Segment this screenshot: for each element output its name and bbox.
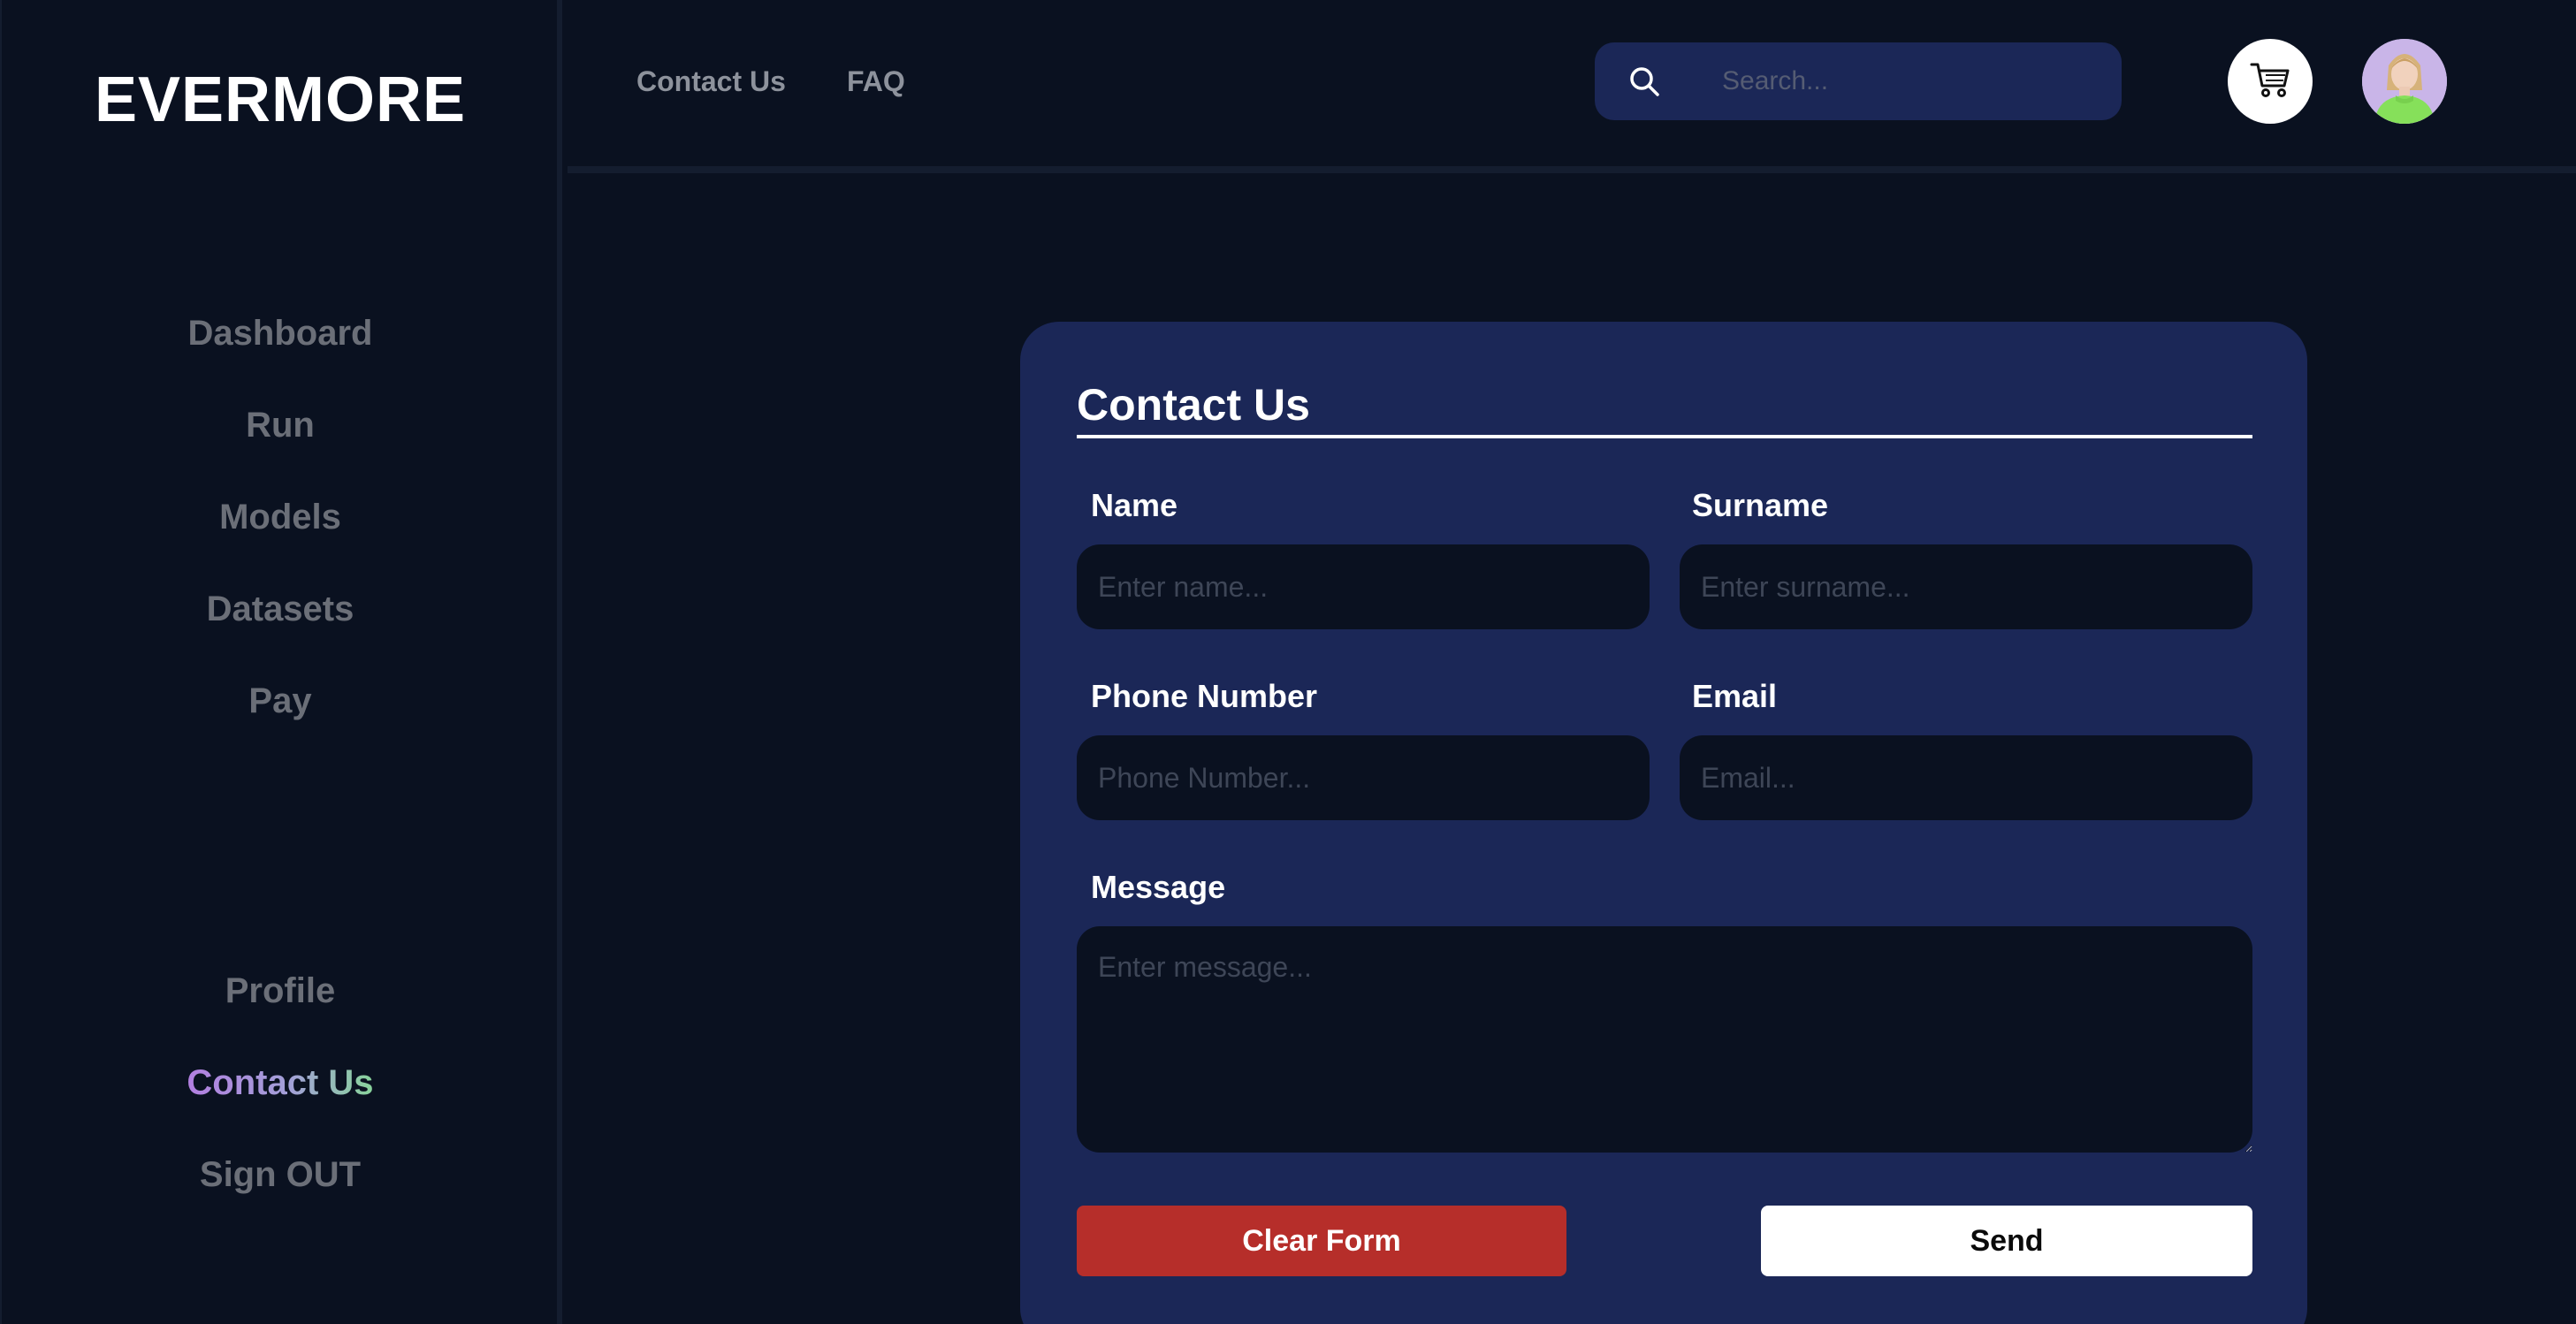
name-input[interactable]	[1077, 544, 1650, 629]
message-label: Message	[1091, 869, 1226, 905]
sidebar-item-datasets[interactable]: Datasets	[2, 587, 559, 631]
phone-input[interactable]	[1077, 735, 1650, 820]
sidebar-item-profile[interactable]: Profile	[2, 969, 559, 1013]
brand-logo[interactable]: EVERMORE	[2, 64, 559, 136]
search-icon[interactable]	[1628, 65, 1660, 97]
sidebar: EVERMORE Dashboard Run Models Datasets P…	[0, 0, 562, 1324]
contact-form-title: Contact Us	[1077, 380, 1310, 430]
title-underline	[1077, 435, 2252, 438]
header-link-faq[interactable]: FAQ	[847, 62, 905, 101]
cart-icon	[2249, 60, 2291, 103]
user-avatar[interactable]	[2362, 39, 2447, 124]
phone-label: Phone Number	[1091, 678, 1318, 714]
sidebar-item-models[interactable]: Models	[2, 495, 559, 539]
contact-form-card: Contact Us Name Surname Phone Number Ema…	[1020, 322, 2307, 1324]
send-button[interactable]: Send	[1761, 1206, 2252, 1276]
email-label: Email	[1692, 678, 1778, 714]
surname-label: Surname	[1692, 487, 1829, 523]
sidebar-item-contact-us-label: Contact Us	[187, 1063, 374, 1102]
clear-form-button[interactable]: Clear Form	[1077, 1206, 1566, 1276]
surname-input[interactable]	[1680, 544, 2252, 629]
message-textarea[interactable]	[1077, 926, 2252, 1153]
search-input[interactable]	[1722, 58, 2093, 104]
search-bar	[1595, 42, 2122, 120]
top-header: Contact Us FAQ	[568, 0, 2576, 173]
app-root: EVERMORE Dashboard Run Models Datasets P…	[0, 0, 2576, 1324]
header-link-contact-us[interactable]: Contact Us	[636, 62, 786, 101]
avatar-image	[2362, 39, 2447, 124]
sidebar-item-pay[interactable]: Pay	[2, 679, 559, 723]
name-label: Name	[1091, 487, 1178, 523]
sidebar-item-run[interactable]: Run	[2, 403, 559, 447]
sidebar-item-sign-out[interactable]: Sign OUT	[2, 1153, 559, 1197]
cart-button[interactable]	[2228, 39, 2313, 124]
sidebar-item-contact-us[interactable]: Contact Us	[2, 1061, 559, 1105]
email-input[interactable]	[1680, 735, 2252, 820]
sidebar-item-dashboard[interactable]: Dashboard	[2, 311, 559, 355]
